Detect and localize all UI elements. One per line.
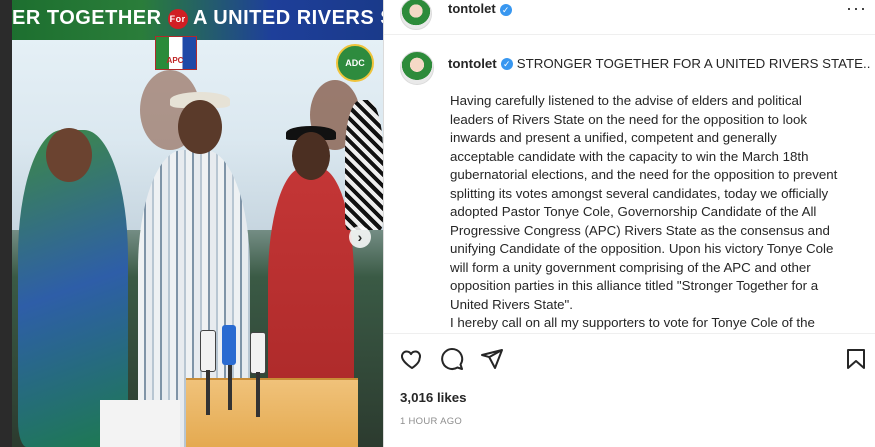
heart-icon[interactable] <box>400 347 426 373</box>
person-head <box>46 128 92 182</box>
post-header: tontolet ✓ ··· <box>384 0 875 35</box>
press-table <box>186 378 358 447</box>
avatar[interactable] <box>400 51 434 85</box>
person-head <box>292 132 330 180</box>
actions-divider <box>384 333 875 334</box>
more-options-icon[interactable]: ··· <box>846 0 867 19</box>
microphone <box>222 325 236 365</box>
photo-frame <box>0 0 12 447</box>
bookmark-icon[interactable] <box>845 347 871 373</box>
post-photo[interactable]: ER TOGETHER For A UNITED RIVERS STATE AP… <box>0 0 383 447</box>
caption-paragraph: I hereby call on all my supporters to vo… <box>450 315 815 330</box>
paper-plane-icon[interactable] <box>480 347 506 373</box>
person-right-edge <box>345 100 383 230</box>
caption-paragraph: Having carefully listened to the advise … <box>450 93 838 312</box>
adc-logo: ADC <box>336 44 374 82</box>
post-timestamp[interactable]: 1 HOUR AGO <box>400 416 462 427</box>
username-text[interactable]: tontolet <box>448 1 496 16</box>
verified-badge-icon: ✓ <box>499 3 512 16</box>
banner-text-part1: ER TOGETHER <box>12 7 162 29</box>
microphone <box>250 332 266 374</box>
caption-header: tontolet ✓ STRONGER TOGETHER FOR A UNITED … <box>448 56 871 71</box>
banner-text: ER TOGETHER For A UNITED RIVERS STATE <box>12 7 383 33</box>
verified-badge-icon: ✓ <box>500 58 513 71</box>
white-box <box>100 400 180 447</box>
microphone <box>200 330 216 372</box>
mic-stand <box>228 365 232 410</box>
panel-divider <box>383 0 384 447</box>
person-head <box>178 100 222 154</box>
caption-body: Having carefully listened to the advise … <box>450 92 840 330</box>
avatar[interactable] <box>400 0 432 30</box>
chevron-right-icon[interactable]: › <box>349 226 371 248</box>
caption-title: STRONGER TOGETHER FOR A UNITED RIVERS ST… <box>516 56 871 71</box>
banner-for-badge: For <box>167 8 188 29</box>
mic-stand <box>206 370 210 415</box>
comment-icon[interactable] <box>440 347 466 373</box>
likes-count[interactable]: 3,016 likes <box>400 390 467 405</box>
username-header[interactable]: tontolet ✓ <box>448 1 512 16</box>
apc-logo-text: APC <box>166 56 184 65</box>
caption-username[interactable]: tontolet <box>448 56 497 71</box>
mic-stand <box>256 372 260 417</box>
banner-text-part2: A UNITED RIVERS STATE <box>192 7 383 29</box>
